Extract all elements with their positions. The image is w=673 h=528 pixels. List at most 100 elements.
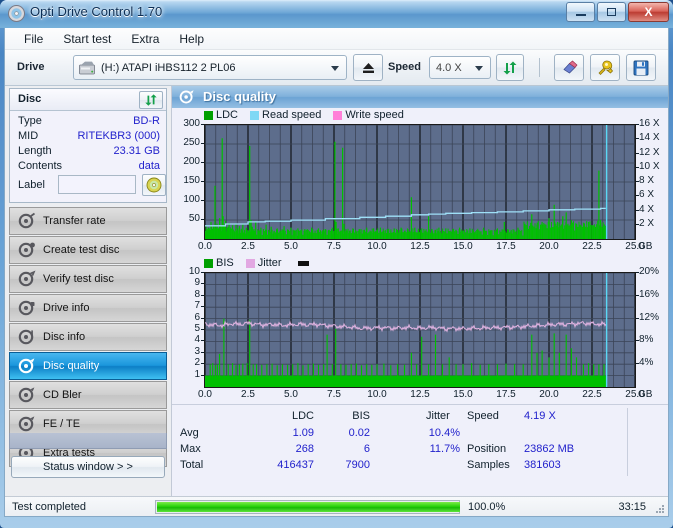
sidebar-item-label: CD Bler [43, 389, 82, 401]
disc-refresh-button[interactable] [139, 91, 163, 109]
legend-swatch [204, 111, 213, 120]
sidebar-item-label: Drive info [43, 302, 89, 314]
tick-mark [636, 195, 639, 196]
disc-label-label: Label [18, 179, 45, 191]
x-axis-unit-label: GB [638, 389, 662, 400]
y-tick-right: 12 X [639, 147, 660, 158]
x-tick: 20.0 [531, 241, 567, 252]
tick-mark [201, 143, 204, 144]
y-tick-right: 16% [639, 289, 659, 300]
x-tick: 17.5 [488, 389, 524, 400]
tick-mark [201, 340, 204, 341]
y-tick-right: 2 X [639, 218, 654, 229]
menu-help[interactable]: Help [170, 29, 213, 49]
y-tick-right: 6 X [639, 189, 654, 200]
legend-marker [298, 261, 309, 266]
resize-grip[interactable] [654, 503, 664, 513]
sidebar-item-transfer-rate[interactable]: Transfer rate [9, 207, 167, 235]
menu-file[interactable]: File [15, 29, 52, 49]
jitter-checkbox[interactable] [572, 516, 585, 517]
disc-info-panel: Disc Type BD-R MID RITEKBR3 (000) [9, 88, 167, 203]
disc-burn-icon [18, 241, 36, 259]
y-tick-left: 1 [172, 369, 200, 380]
speed-select[interactable]: 4.0 X [429, 56, 491, 79]
disc-test-icon [18, 212, 36, 230]
disc-label-button[interactable] [142, 174, 166, 196]
y-tick-right: 10 X [639, 161, 660, 172]
x-tick: 7.5 [316, 389, 352, 400]
stats-max-ldc: 268 [262, 443, 314, 455]
erase-button[interactable] [554, 54, 584, 81]
disc-icon [146, 177, 162, 193]
progress-bar [155, 500, 460, 514]
tick-mark [201, 295, 204, 296]
x-tick: 15.0 [445, 389, 481, 400]
sidebar-item-create-test-disc[interactable]: Create test disc [9, 236, 167, 264]
y-tick-left: 2 [172, 357, 200, 368]
y-tick-left: 4 [172, 334, 200, 345]
nav-list: Transfer rate Create test disc Verify te… [9, 207, 167, 468]
sidebar-item-label: Create test disc [43, 244, 119, 256]
disc-contents-value: data [139, 160, 160, 172]
legend-label: Write speed [345, 109, 404, 121]
y-tick-left: 9 [172, 277, 200, 288]
sidebar-item-cd-bler[interactable]: CD Bler [9, 381, 167, 409]
toolbar: Drive (H:) ATAPI iHBS112 2 PL06 Speed [5, 50, 668, 86]
statistics-panel: LDC BIS Avg 1.09 0.02 10.4% Max 268 6 11… [172, 404, 669, 476]
x-tick: 10.0 [359, 241, 395, 252]
y-tick-left: 300 [172, 118, 200, 129]
x-tick: 5.0 [273, 389, 309, 400]
client-area: File Start test Extra Help Drive (H:) AT… [4, 28, 669, 517]
legend-label: Read speed [262, 109, 321, 121]
x-tick: 5.0 [273, 241, 309, 252]
maximize-button[interactable] [597, 2, 626, 22]
tools-button[interactable] [590, 54, 620, 81]
y-tick-right: 16 X [639, 118, 660, 129]
x-tick: 17.5 [488, 241, 524, 252]
samples-stat-value: 381603 [524, 459, 561, 471]
y-tick-left: 3 [172, 346, 200, 357]
y-tick-right: 4% [639, 357, 653, 368]
disc-quality-icon [18, 357, 36, 375]
x-tick: 12.5 [402, 389, 438, 400]
sidebar-item-disc-quality[interactable]: Disc quality [9, 352, 167, 380]
menu-start-test[interactable]: Start test [54, 29, 120, 49]
tick-mark [636, 340, 639, 341]
drive-select[interactable]: (H:) ATAPI iHBS112 2 PL06 [73, 55, 347, 80]
legend-swatch [204, 259, 213, 268]
minimize-button[interactable] [566, 2, 595, 22]
samples-stat-label: Samples [467, 459, 510, 471]
status-window-button[interactable]: Status window > > [11, 456, 165, 478]
stats-row-total-label: Total [180, 459, 203, 471]
y-tick-right: 8% [639, 334, 653, 345]
sidebar-item-verify-test-disc[interactable]: Verify test disc [9, 265, 167, 293]
legend-label: BIS [216, 257, 234, 269]
sidebar-item-disc-info[interactable]: Disc info [9, 323, 167, 351]
y-tick-left: 8 [172, 289, 200, 300]
menu-extra[interactable]: Extra [122, 29, 168, 49]
tick-mark [201, 329, 204, 330]
tick-mark [201, 375, 204, 376]
disc-label-input[interactable] [58, 175, 136, 194]
eject-button[interactable] [353, 54, 383, 81]
chart2-series [205, 273, 635, 387]
x-tick: 22.5 [574, 389, 610, 400]
disc-mid-value: RITEKBR3 (000) [77, 130, 160, 142]
legend-swatch [250, 111, 259, 120]
save-button[interactable] [626, 54, 656, 81]
disc-row-mid: MID RITEKBR3 (000) [18, 130, 160, 144]
y-tick-right: 8 X [639, 175, 654, 186]
sidebar-item-label: FE / TE [43, 418, 80, 430]
refresh-button[interactable] [496, 54, 524, 81]
stats-avg-jitter: 10.4% [402, 427, 460, 439]
y-tick-left: 7 [172, 300, 200, 311]
progress-percent: 100.0% [468, 501, 505, 513]
y-tick-left: 5 [172, 323, 200, 334]
tick-mark [636, 295, 639, 296]
x-tick: 7.5 [316, 241, 352, 252]
close-button[interactable]: X [628, 2, 669, 22]
tick-mark [201, 306, 204, 307]
x-tick: 0.0 [187, 241, 223, 252]
x-tick: 20.0 [531, 389, 567, 400]
sidebar-item-drive-info[interactable]: Drive info [9, 294, 167, 322]
